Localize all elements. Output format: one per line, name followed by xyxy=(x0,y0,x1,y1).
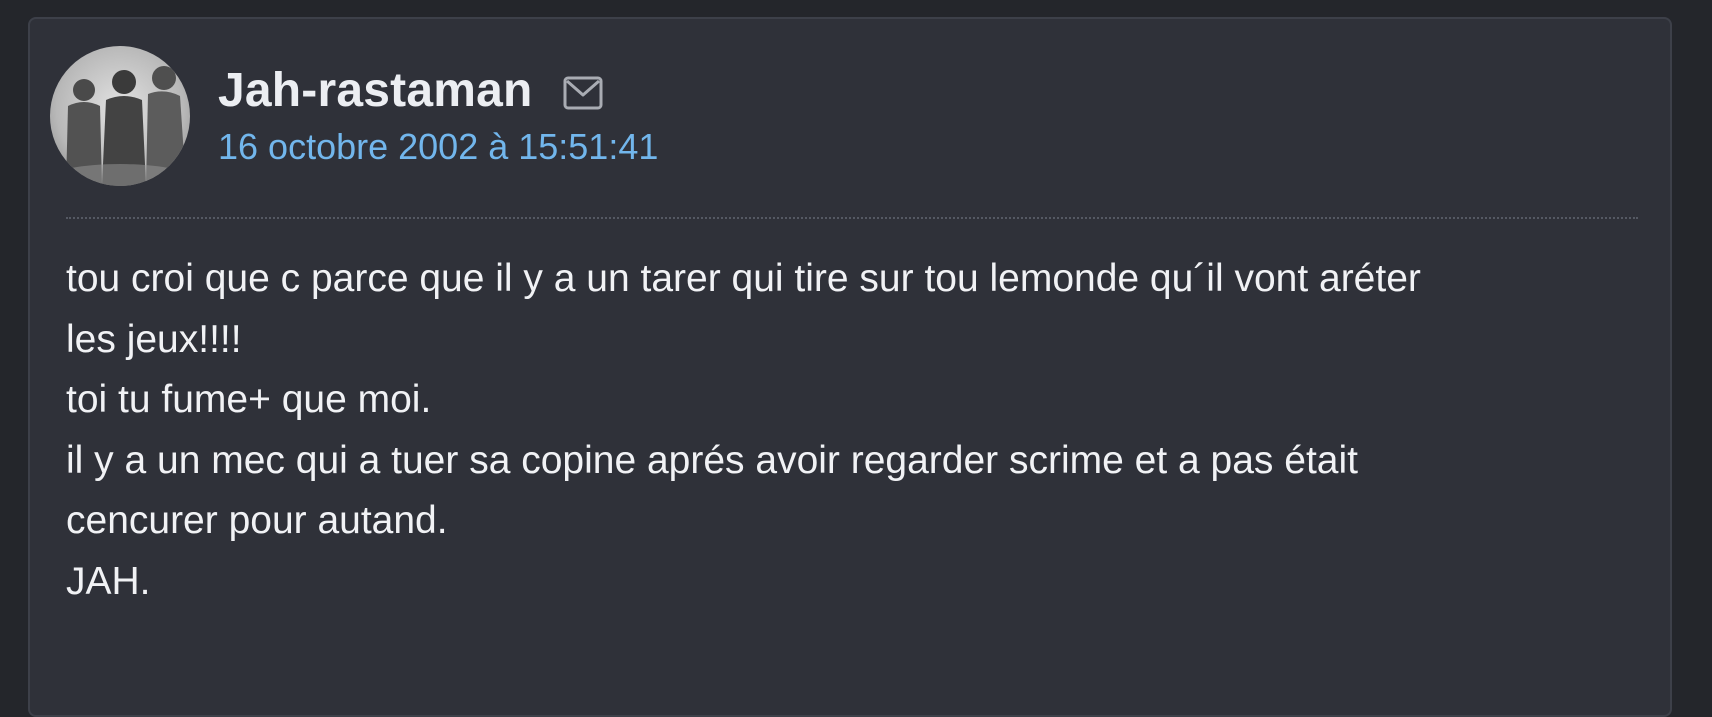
post-body-line: toi tu fume+ que moi. xyxy=(66,378,432,421)
post-date-link[interactable]: 16 octobre 2002 à 15:51:41 xyxy=(218,125,658,169)
author-name[interactable]: Jah-rastaman xyxy=(218,63,533,119)
avatar[interactable] xyxy=(50,46,190,186)
post-header: Jah-rastaman 16 octobre 2002 à 15:51:41 xyxy=(50,46,658,186)
post-body-line: cencurer pour autand. xyxy=(66,499,448,542)
post-body-line: les jeux!!!! xyxy=(66,317,242,361)
header-divider xyxy=(66,217,1638,219)
post-body-line: il y a un mec qui a tuer sa copine aprés… xyxy=(66,438,1358,482)
post-body-line: tou croi que c parce que il y a un tarer… xyxy=(66,257,1421,300)
envelope-icon[interactable] xyxy=(563,76,603,110)
post-body-line: JAH. xyxy=(66,559,151,603)
forum-post: Jah-rastaman 16 octobre 2002 à 15:51:41 … xyxy=(28,17,1672,717)
author-row: Jah-rastaman xyxy=(218,63,658,119)
post-meta: Jah-rastaman 16 octobre 2002 à 15:51:41 xyxy=(218,63,658,169)
post-body: tou croi que c parce que il y a un tarer… xyxy=(66,249,1646,612)
